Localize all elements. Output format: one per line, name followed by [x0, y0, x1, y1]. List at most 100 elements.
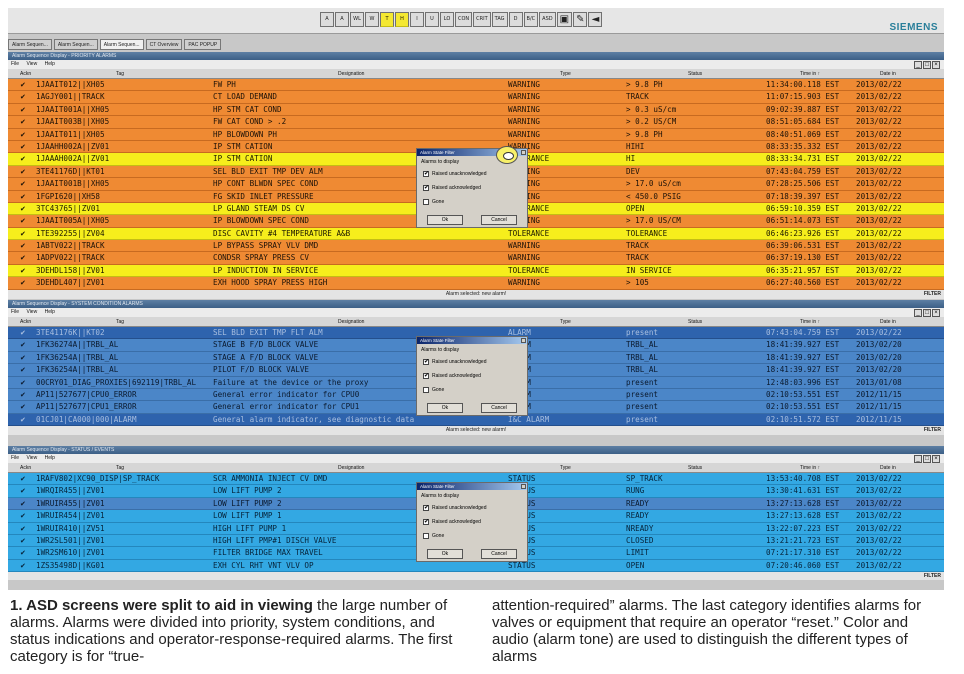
ack-check-icon[interactable]: ✔: [20, 265, 26, 276]
ok-button[interactable]: Ok: [427, 403, 463, 413]
toolbar-button[interactable]: H: [395, 12, 409, 27]
pencil-icon[interactable]: ✎: [573, 12, 588, 27]
option-raised-acknowledged[interactable]: ✔ Raised acknowledged: [423, 185, 481, 191]
col-date[interactable]: Date in: [880, 319, 896, 325]
image-icon[interactable]: ▣: [556, 12, 573, 27]
table-row[interactable]: ✔ 1JAAIT003B||XH05 FW CAT COND > .2 WARNING…: [8, 116, 944, 129]
option-gone[interactable]: Gone: [423, 533, 444, 539]
ack-check-icon[interactable]: ✔: [20, 547, 26, 558]
menu-file[interactable]: File: [11, 455, 19, 461]
maximize-icon[interactable]: □: [923, 61, 931, 69]
checkbox[interactable]: ✔: [423, 519, 429, 525]
toolbar-button[interactable]: CON: [455, 12, 473, 27]
tab-alarm-sequence-3[interactable]: Alarm Sequen...: [99, 39, 144, 50]
toolbar-button[interactable]: U: [425, 12, 439, 27]
ack-check-icon[interactable]: ✔: [20, 498, 26, 509]
col-designation[interactable]: Designation: [338, 465, 364, 471]
table-row[interactable]: ✔ 1ADPV022||TRACK CONDSR SPRAY PRESS CV WAR…: [8, 252, 944, 265]
ack-check-icon[interactable]: ✔: [20, 79, 26, 90]
col-time[interactable]: Time in ↑: [800, 465, 820, 471]
toolbar-button[interactable]: B/C: [523, 12, 539, 27]
ack-check-icon[interactable]: ✔: [20, 377, 26, 388]
col-date[interactable]: Date in: [880, 465, 896, 471]
toolbar-button[interactable]: I: [410, 12, 424, 27]
ok-button[interactable]: Ok: [427, 215, 463, 225]
maximize-icon[interactable]: □: [923, 309, 931, 317]
ack-check-icon[interactable]: ✔: [20, 473, 26, 484]
table-row[interactable]: ✔ 1JAAIT012||XH05 FW PH WARNING > 9.8 PH 11:3…: [8, 79, 944, 92]
ack-check-icon[interactable]: ✔: [20, 389, 26, 400]
menu-help[interactable]: Help: [45, 61, 55, 67]
tab-alarm-sequence-2[interactable]: Alarm Sequen...: [53, 39, 98, 50]
toolbar-button[interactable]: T: [380, 12, 394, 27]
menu-file[interactable]: File: [11, 309, 19, 315]
ack-check-icon[interactable]: ✔: [20, 228, 26, 239]
ack-check-icon[interactable]: ✔: [20, 153, 26, 164]
cancel-button[interactable]: Cancel: [481, 215, 517, 225]
toolbar-button[interactable]: ASD: [539, 12, 556, 27]
toolbar-button[interactable]: D: [508, 12, 523, 27]
ack-check-icon[interactable]: ✔: [20, 203, 26, 214]
table-row[interactable]: ✔ 3DEHDL407||ZV01 EXH HOOD SPRAY PRESS HIG…: [8, 277, 944, 290]
ack-check-icon[interactable]: ✔: [20, 560, 26, 571]
menu-help[interactable]: Help: [45, 455, 55, 461]
toolbar-button[interactable]: CRIT: [473, 12, 491, 27]
filter-button[interactable]: FILTER: [924, 572, 941, 581]
ack-check-icon[interactable]: ✔: [20, 401, 26, 412]
checkbox[interactable]: ✔: [423, 359, 429, 365]
toolbar-button[interactable]: A: [320, 12, 334, 27]
col-ack[interactable]: Ackn: [20, 465, 31, 471]
cancel-button[interactable]: Cancel: [481, 403, 517, 413]
close-icon[interactable]: [521, 484, 526, 489]
col-ack[interactable]: Ackn: [20, 71, 31, 77]
menu-file[interactable]: File: [11, 61, 19, 67]
col-status[interactable]: Status: [688, 319, 702, 325]
table-row[interactable]: ✔ 1AGJY001||TRACK CT LOAD DEMAND WARNING TRA…: [8, 91, 944, 104]
table-row[interactable]: ✔ 1JAAIT001A||XH05 HP STM CAT COND WARNING >…: [8, 103, 944, 117]
col-ack[interactable]: Ackn: [20, 319, 31, 325]
close-icon[interactable]: [521, 150, 526, 155]
checkbox[interactable]: ✔: [423, 185, 429, 191]
option-gone[interactable]: Gone: [423, 387, 444, 393]
col-status[interactable]: Status: [688, 71, 702, 77]
col-type[interactable]: Type: [560, 319, 571, 325]
ack-check-icon[interactable]: ✔: [20, 166, 26, 177]
menu-help[interactable]: Help: [45, 309, 55, 315]
col-designation[interactable]: Designation: [338, 319, 364, 325]
option-raised-acknowledged[interactable]: ✔ Raised acknowledged: [423, 373, 481, 379]
ack-check-icon[interactable]: ✔: [20, 535, 26, 546]
checkbox[interactable]: ✔: [423, 373, 429, 379]
ack-check-icon[interactable]: ✔: [20, 191, 26, 202]
col-tag[interactable]: Tag: [116, 319, 124, 325]
toolbar-button[interactable]: W: [365, 12, 379, 27]
ack-check-icon[interactable]: ✔: [20, 510, 26, 521]
close-icon[interactable]: [521, 338, 526, 343]
ok-button[interactable]: Ok: [427, 549, 463, 559]
col-status[interactable]: Status: [688, 465, 702, 471]
col-time[interactable]: Time in ↑: [800, 71, 820, 77]
toolbar-button[interactable]: A: [335, 12, 349, 27]
option-raised-unacknowledged[interactable]: ✔ Raised unacknowledged: [423, 505, 486, 511]
menu-view[interactable]: View: [26, 309, 37, 315]
col-designation[interactable]: Designation: [338, 71, 364, 77]
cancel-button[interactable]: Cancel: [481, 549, 517, 559]
toolbar-button[interactable]: TAG: [491, 12, 508, 27]
option-raised-acknowledged[interactable]: ✔ Raised acknowledged: [423, 519, 481, 525]
speech-bubble-icon[interactable]: [496, 146, 518, 164]
ack-check-icon[interactable]: ✔: [20, 352, 26, 363]
col-type[interactable]: Type: [560, 465, 571, 471]
col-tag[interactable]: Tag: [116, 465, 124, 471]
col-tag[interactable]: Tag: [116, 71, 124, 77]
menu-view[interactable]: View: [26, 455, 37, 461]
ack-check-icon[interactable]: ✔: [20, 485, 26, 496]
ack-check-icon[interactable]: ✔: [20, 364, 26, 375]
option-raised-unacknowledged[interactable]: ✔ Raised unacknowledged: [423, 171, 486, 177]
col-date[interactable]: Date in: [880, 71, 896, 77]
ack-check-icon[interactable]: ✔: [20, 277, 26, 288]
table-row[interactable]: ✔ 1TE392255||ZV04 DISC CAVITY #4 TEMPERATU…: [8, 227, 944, 241]
checkbox[interactable]: ✔: [423, 171, 429, 177]
filter-button[interactable]: FILTER: [924, 290, 941, 299]
table-row[interactable]: ✔ 1JAAIT011||XH05 HP BLOWDOWN PH WARNING > 9…: [8, 128, 944, 141]
tab-ct-overview[interactable]: CT Overview: [145, 39, 183, 50]
table-row[interactable]: ✔ 3DEHDL158||ZV01 LP INDUCTION IN SERVICE T…: [8, 264, 944, 278]
